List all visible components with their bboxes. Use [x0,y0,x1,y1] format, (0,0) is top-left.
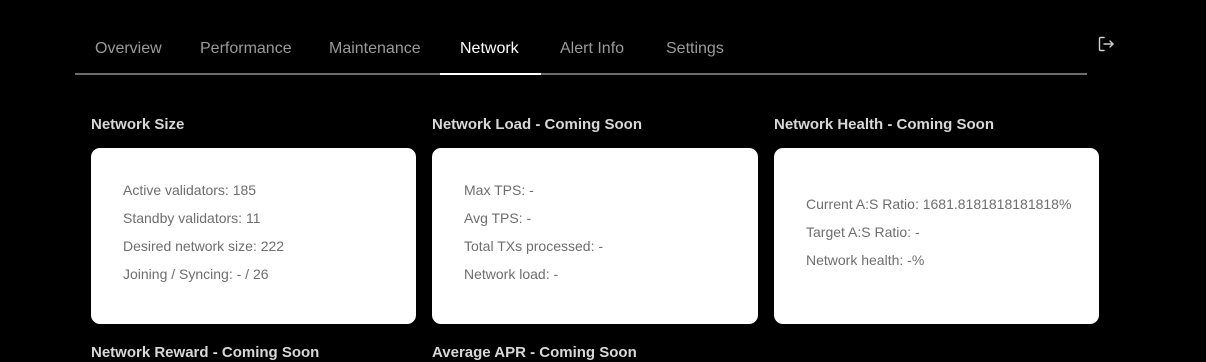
tab-overview[interactable]: Overview [95,0,162,75]
active-validators-text: Active validators: 185 [123,182,257,198]
avg-tps-text: Avg TPS: - [464,210,532,226]
target-as-ratio-text: Target A:S Ratio: - [806,224,920,240]
tab-performance[interactable]: Performance [200,0,292,75]
tab-alert-info[interactable]: Alert Info [560,0,624,75]
section-title-network-health: Network Health - Coming Soon [774,116,995,133]
tab-network[interactable]: Network [460,0,519,75]
desired-network-size-text: Desired network size: 222 [123,238,285,254]
standby-validators-text: Standby validators: 11 [123,210,261,226]
tab-settings[interactable]: Settings [666,0,724,75]
section-title-network-load: Network Load - Coming Soon [432,116,642,133]
network-load-card: Max TPS: - Avg TPS: - Total TXs processe… [432,148,758,324]
logout-icon[interactable] [1097,35,1115,53]
section-title-network-reward: Network Reward - Coming Soon [91,344,320,361]
section-title-average-apr: Average APR - Coming Soon [432,344,637,361]
network-size-card: Active validators: 185 Standby validator… [91,148,416,324]
total-txs-text: Total TXs processed: - [464,238,604,254]
network-health-text: Network health: -% [806,252,925,268]
network-health-card: Current A:S Ratio: 1681.8181818181818% T… [774,148,1099,324]
active-tab-indicator [440,73,541,75]
section-title-network-size: Network Size [91,116,185,133]
current-as-ratio-text: Current A:S Ratio: 1681.8181818181818% [806,196,1072,212]
joining-syncing-text: Joining / Syncing: - / 26 [123,266,269,282]
tab-maintenance[interactable]: Maintenance [329,0,421,75]
network-load-text: Network load: - [464,266,559,282]
max-tps-text: Max TPS: - [464,182,534,198]
tab-bar: Overview Performance Maintenance Network… [75,0,1087,75]
